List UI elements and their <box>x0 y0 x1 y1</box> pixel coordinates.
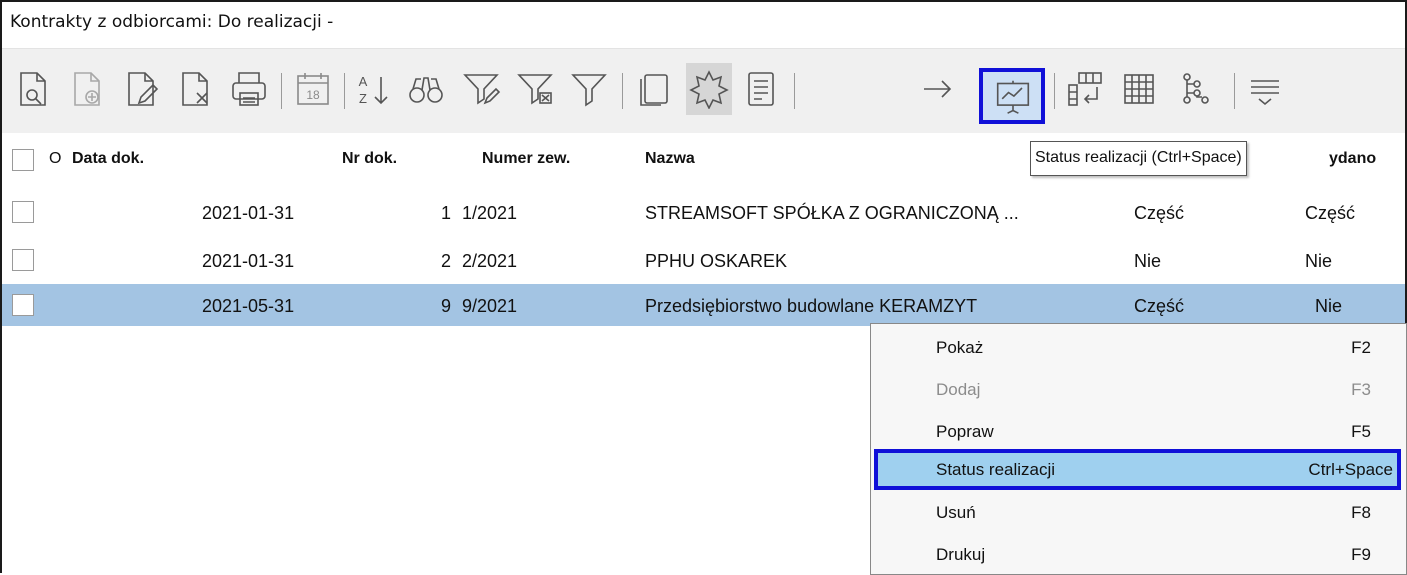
date-cell: 2021-05-31 <box>202 296 295 316</box>
svg-text:A: A <box>359 74 368 89</box>
menu-item-shortcut: F2 <box>1351 338 1371 357</box>
toolbar-separator <box>344 73 345 109</box>
external-number-cell: 2/2021 <box>462 251 518 271</box>
calendar-icon[interactable]: 18 <box>292 67 334 111</box>
name-column-header[interactable]: Nazwa <box>645 150 695 168</box>
menu-item-label: Drukuj <box>936 545 986 564</box>
arrow-right-icon[interactable] <box>917 67 959 111</box>
toolbar-separator <box>1054 73 1055 109</box>
date-cell: 2021-01-31 <box>202 251 295 271</box>
delete-document-icon[interactable] <box>174 67 216 111</box>
star-icon[interactable] <box>686 63 732 115</box>
tooltip: Status realizacji (Ctrl+Space) <box>1030 141 1247 176</box>
more-icon[interactable] <box>1244 67 1286 111</box>
issued-cell: Nie <box>1315 296 1343 316</box>
show-document-icon[interactable] <box>12 67 54 111</box>
toolbar-separator <box>281 73 282 109</box>
menu-item-print[interactable]: Drukuj F9 <box>871 534 1406 575</box>
add-document-icon[interactable] <box>66 67 108 111</box>
filter-edit-icon[interactable] <box>460 67 502 111</box>
toolbar: 18 AZ <box>2 49 1405 133</box>
menu-item-shortcut: F5 <box>1351 422 1371 441</box>
sort-az-icon[interactable]: AZ <box>352 67 394 111</box>
menu-item-status[interactable]: Status realizacji Ctrl+Space <box>874 449 1401 490</box>
nr-cell: 9 <box>441 296 452 316</box>
menu-item-shortcut: F8 <box>1351 503 1371 522</box>
select-all-checkbox[interactable] <box>12 149 34 171</box>
date-cell: 2021-01-31 <box>202 203 295 223</box>
menu-item-add[interactable]: Dodaj F3 <box>871 369 1406 410</box>
status-cell: Część <box>1134 296 1185 316</box>
menu-item-label: Popraw <box>936 422 994 441</box>
issued-cell: Nie <box>1305 251 1333 271</box>
external-number-cell: 9/2021 <box>462 296 518 316</box>
row-checkbox[interactable] <box>12 201 34 223</box>
presentation-status-icon[interactable] <box>979 68 1045 124</box>
nr-column-header[interactable]: Nr dok. <box>342 150 397 168</box>
table-row[interactable]: 2021-01-31 2 2/2021 PPHU OSKAREK Nie Nie <box>2 241 1405 283</box>
edit-document-icon[interactable] <box>120 67 162 111</box>
date-column-header[interactable]: Data dok. <box>72 150 144 168</box>
status-cell: Część <box>1134 203 1185 223</box>
external-number-column-header[interactable]: Numer zew. <box>482 150 570 168</box>
grid-icon[interactable] <box>1118 67 1160 111</box>
toolbar-separator <box>794 73 795 109</box>
menu-item-edit[interactable]: Popraw F5 <box>871 411 1406 452</box>
menu-item-show[interactable]: Pokaż F2 <box>871 327 1406 368</box>
binoculars-find-icon[interactable] <box>405 67 447 111</box>
menu-item-delete[interactable]: Usuń F8 <box>871 492 1406 533</box>
nr-cell: 2 <box>441 251 452 271</box>
tree-icon[interactable] <box>1174 67 1216 111</box>
nr-cell: 1 <box>441 203 452 223</box>
svg-text:Z: Z <box>359 91 367 106</box>
table-row-selected[interactable]: 2021-05-31 9 9/2021 Przedsiębiorstwo bud… <box>2 284 1405 326</box>
marker-column-header[interactable]: O <box>49 150 61 168</box>
toolbar-separator <box>622 73 623 109</box>
print-icon[interactable] <box>228 67 270 111</box>
issued-column-header[interactable]: ydano <box>1329 150 1376 168</box>
title-bar: Kontrakty z odbiorcami: Do realizacji - <box>2 2 1405 49</box>
calendar-day-text: 18 <box>306 88 320 102</box>
menu-item-label: Dodaj <box>936 380 981 399</box>
menu-item-shortcut: Ctrl+Space <box>1308 460 1393 479</box>
copy-icon[interactable] <box>632 67 674 111</box>
name-cell: PPHU OSKAREK <box>645 251 788 271</box>
table-row[interactable]: 2021-01-31 1 1/2021 STREAMSOFT SPÓŁKA Z … <box>2 193 1405 235</box>
menu-item-shortcut: F3 <box>1351 380 1371 399</box>
menu-item-shortcut: F9 <box>1351 545 1371 564</box>
notes-icon[interactable] <box>740 67 782 111</box>
window-title: Kontrakty z odbiorcami: Do realizacji - <box>10 12 334 32</box>
toolbar-separator <box>1234 73 1235 109</box>
issued-cell: Część <box>1305 203 1356 223</box>
name-cell: Przedsiębiorstwo budowlane KERAMZYT <box>645 296 978 316</box>
filter-icon[interactable] <box>568 67 610 111</box>
filter-clear-icon[interactable] <box>514 67 556 111</box>
menu-item-label: Status realizacji <box>936 460 1056 479</box>
context-menu: Pokaż F2 Dodaj F3 Popraw F5 Status reali… <box>870 323 1407 575</box>
menu-item-label: Usuń <box>936 503 976 522</box>
columns-icon[interactable] <box>1064 67 1106 111</box>
row-checkbox[interactable] <box>12 249 34 271</box>
row-checkbox[interactable] <box>12 294 34 316</box>
name-cell: STREAMSOFT SPÓŁKA Z OGRANICZONĄ ... <box>645 203 1019 223</box>
menu-item-label: Pokaż <box>936 338 984 357</box>
status-cell: Nie <box>1134 251 1162 271</box>
external-number-cell: 1/2021 <box>462 203 518 223</box>
